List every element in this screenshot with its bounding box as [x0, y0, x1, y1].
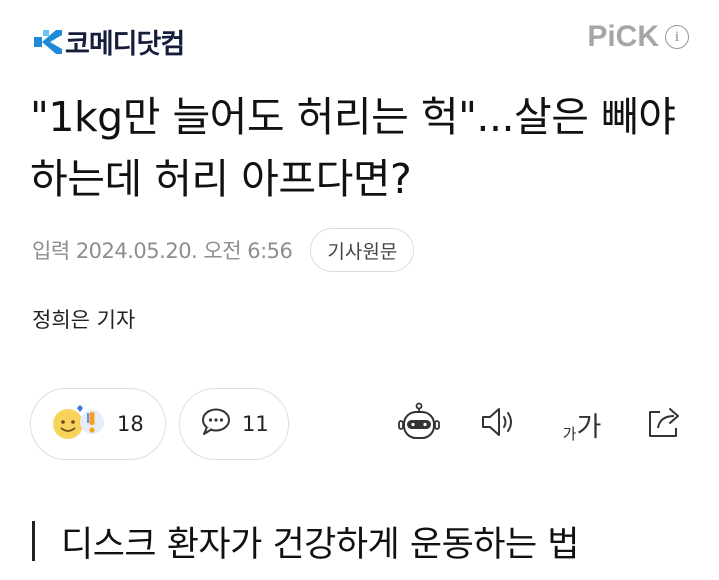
comment-icon: [200, 407, 232, 441]
pick-badge[interactable]: PiCK i: [587, 20, 689, 54]
section-heading: 디스크 환자가 건강하게 운동하는 법: [32, 518, 580, 565]
share-icon: [646, 404, 684, 444]
font-size-icon: 가 가: [563, 405, 602, 444]
article-meta: 입력 2024.05.20. 오전 6:56 기사원문: [32, 228, 415, 272]
section-heading-text: 디스크 환자가 건강하게 운동하는 법: [61, 524, 580, 565]
summary-bot-button[interactable]: [394, 402, 444, 446]
reaction-button[interactable]: 18: [30, 388, 166, 460]
font-size-button[interactable]: 가 가: [554, 402, 610, 446]
logo[interactable]: 코메디닷컴: [32, 22, 185, 61]
robot-summary-icon: [397, 402, 441, 446]
article-headline: "1kg만 늘어도 허리는 헉"...살은 빼야 하는데 허리 아프다면?: [30, 93, 676, 203]
speaker-icon: [479, 405, 519, 443]
listen-button[interactable]: [476, 402, 522, 446]
comment-button[interactable]: 11: [179, 388, 289, 460]
header: 코메디닷컴 PiCK i: [0, 0, 719, 78]
reaction-emoji-icon: [51, 402, 107, 446]
publish-date: 입력 2024.05.20. 오전 6:56: [32, 239, 293, 263]
action-bar: 18 11 가 가: [30, 388, 690, 460]
section-bar: [32, 521, 35, 561]
comment-count: 11: [242, 412, 269, 436]
reaction-count: 18: [117, 412, 144, 436]
info-icon[interactable]: i: [665, 25, 689, 49]
original-article-button[interactable]: 기사원문: [310, 228, 415, 272]
font-size-small-label: 가: [562, 424, 577, 443]
pick-label: PiCK: [587, 20, 659, 53]
share-button[interactable]: [642, 402, 688, 446]
logo-k-icon: [32, 27, 62, 57]
reporter-name: 정희은 기자: [32, 308, 136, 332]
font-size-large-label: 가: [576, 411, 602, 443]
logo-text: 코메디닷컴: [65, 29, 185, 60]
